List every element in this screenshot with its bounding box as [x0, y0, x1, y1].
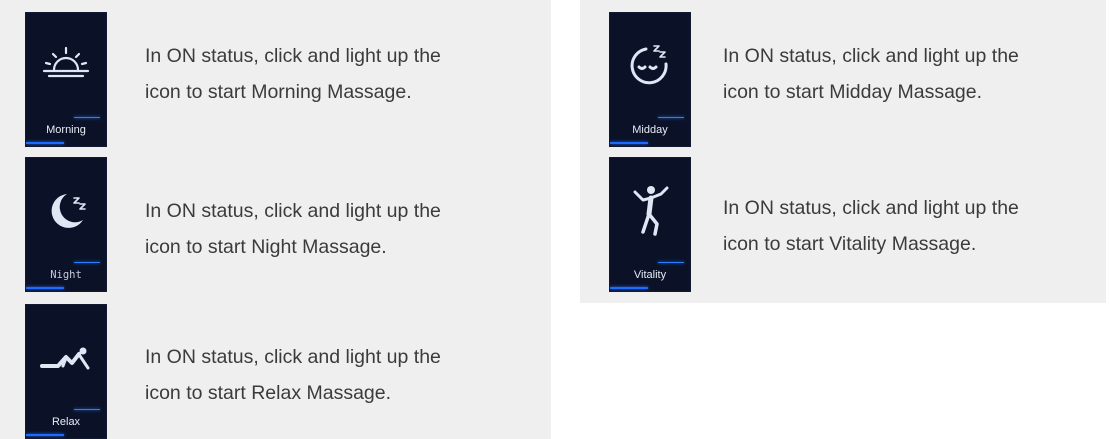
tile-label: Vitality [633, 269, 667, 281]
moon-sleep-icon [26, 176, 106, 246]
morning-description: In ON status, click and light up the ico… [145, 38, 545, 110]
night-mode-button[interactable]: Night [25, 157, 107, 292]
description-line: icon to start Vitality Massage. [723, 233, 977, 255]
reclining-person-icon [26, 323, 106, 393]
morning-mode-button[interactable]: Morning [25, 12, 107, 147]
description-line: In ON status, click and light up the [723, 45, 1019, 67]
sunrise-icon [26, 31, 106, 101]
description-line: In ON status, click and light up the [145, 200, 441, 222]
tile-label: Night [50, 269, 82, 281]
description-line: icon to start Night Massage. [145, 236, 387, 258]
relax-mode-button[interactable]: Relax [25, 304, 107, 439]
jumping-person-icon [610, 176, 690, 246]
description-line: In ON status, click and light up the [145, 346, 441, 368]
glow-accent [658, 262, 684, 263]
tile-label: Morning [46, 124, 86, 136]
night-description: In ON status, click and light up the ico… [145, 193, 545, 265]
nap-face-icon [610, 31, 690, 101]
midday-description: In ON status, click and light up the ico… [723, 38, 1109, 110]
description-line: In ON status, click and light up the [145, 45, 441, 67]
glow-accent [74, 117, 100, 118]
glow-accent [74, 262, 100, 263]
glow-accent [610, 142, 648, 144]
glow-accent [658, 117, 684, 118]
description-line: icon to start Morning Massage. [145, 81, 412, 103]
glow-accent [610, 287, 648, 289]
tile-label: Midday [632, 124, 668, 136]
description-line: icon to start Midday Massage. [723, 81, 983, 103]
description-line: icon to start Relax Massage. [145, 382, 392, 404]
glow-accent [26, 142, 64, 144]
glow-accent [74, 409, 100, 410]
glow-accent [26, 287, 64, 289]
relax-description: In ON status, click and light up the ico… [145, 339, 545, 411]
glow-accent [26, 434, 64, 436]
vitality-mode-button[interactable]: Vitality [609, 157, 691, 292]
vitality-description: In ON status, click and light up the ico… [723, 190, 1109, 262]
tile-label: Relax [51, 416, 81, 428]
midday-mode-button[interactable]: Midday [609, 12, 691, 147]
description-line: In ON status, click and light up the [723, 197, 1019, 219]
